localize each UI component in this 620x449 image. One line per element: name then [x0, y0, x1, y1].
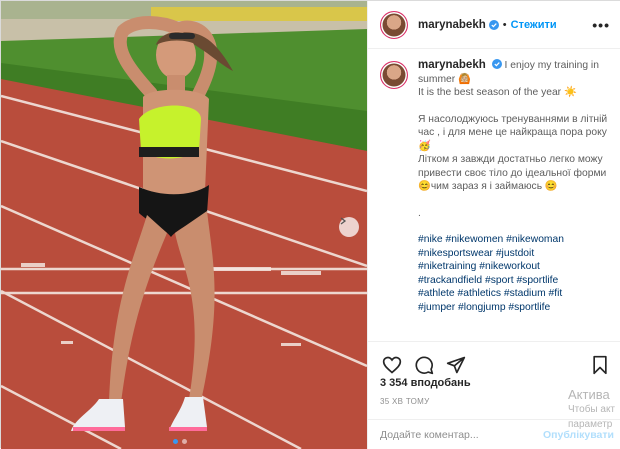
share-icon: [446, 356, 466, 373]
comment-input[interactable]: [380, 428, 543, 441]
caption-text-ukrainian-1: Я насолоджуюсь тренуваннями в літній час…: [418, 113, 608, 152]
post-timestamp[interactable]: 35 ХВ ТОМУ: [380, 397, 430, 406]
share-button[interactable]: [444, 353, 468, 377]
heart-icon: [382, 356, 402, 374]
comment-button[interactable]: [412, 353, 436, 377]
avatar[interactable]: [380, 10, 408, 39]
chevron-right-icon: [340, 217, 347, 225]
hashtag-line[interactable]: #athlete #athletics #stadium #fit: [418, 287, 608, 301]
comment-icon: [415, 355, 434, 374]
hashtag-line[interactable]: #nikesportswear #justdoit: [418, 247, 608, 261]
caption-username-link[interactable]: marynabekh: [418, 59, 486, 71]
hashtag-line[interactable]: #jumper #longjump #sportlife: [418, 301, 608, 315]
carousel-dot: [182, 439, 187, 444]
verified-badge-icon: [491, 59, 502, 69]
post-photo[interactable]: [1, 1, 367, 449]
verified-badge-icon: [488, 19, 499, 30]
save-button[interactable]: [588, 353, 612, 377]
caption-dot: .: [418, 207, 421, 219]
carousel-next-button[interactable]: [339, 217, 359, 237]
post-caption: marynabekh I enjoy my training in summer…: [368, 59, 620, 341]
caption-avatar[interactable]: [380, 61, 408, 89]
hashtag-line[interactable]: #trackandfield #sport #sportlife: [418, 274, 608, 288]
post-actions: [368, 341, 620, 379]
hashtag-line[interactable]: #nike #nikewomen #nikewoman: [418, 233, 608, 247]
follow-button[interactable]: Стежити: [511, 19, 557, 31]
instagram-post: marynabekh • Стежити ••• marynabekh I en…: [0, 0, 620, 449]
username-link[interactable]: marynabekh: [418, 19, 486, 31]
publish-button[interactable]: Опублікувати: [543, 429, 614, 441]
more-horizontal-icon[interactable]: •••: [592, 17, 610, 33]
carousel-dot: [173, 439, 178, 444]
post-details-panel: marynabekh • Стежити ••• marynabekh I en…: [367, 1, 620, 449]
likes-count[interactable]: 3 354 вподобань: [380, 377, 471, 389]
carousel-indicator: [173, 439, 187, 444]
bookmark-icon: [593, 355, 607, 374]
caption-text-ukrainian-2: Літком я завжди достатньо легко можу при…: [418, 154, 607, 192]
hashtag-line[interactable]: #niketraining #nikeworkout: [418, 260, 608, 274]
caption-text-line2: It is the best season of the year ☀️: [418, 87, 577, 98]
comment-bar: Опублікувати: [368, 419, 620, 449]
post-header: marynabekh • Стежити •••: [368, 1, 620, 49]
athlete-photo-illustration: [1, 1, 367, 449]
separator-dot: •: [502, 18, 507, 31]
like-button[interactable]: [380, 353, 404, 377]
